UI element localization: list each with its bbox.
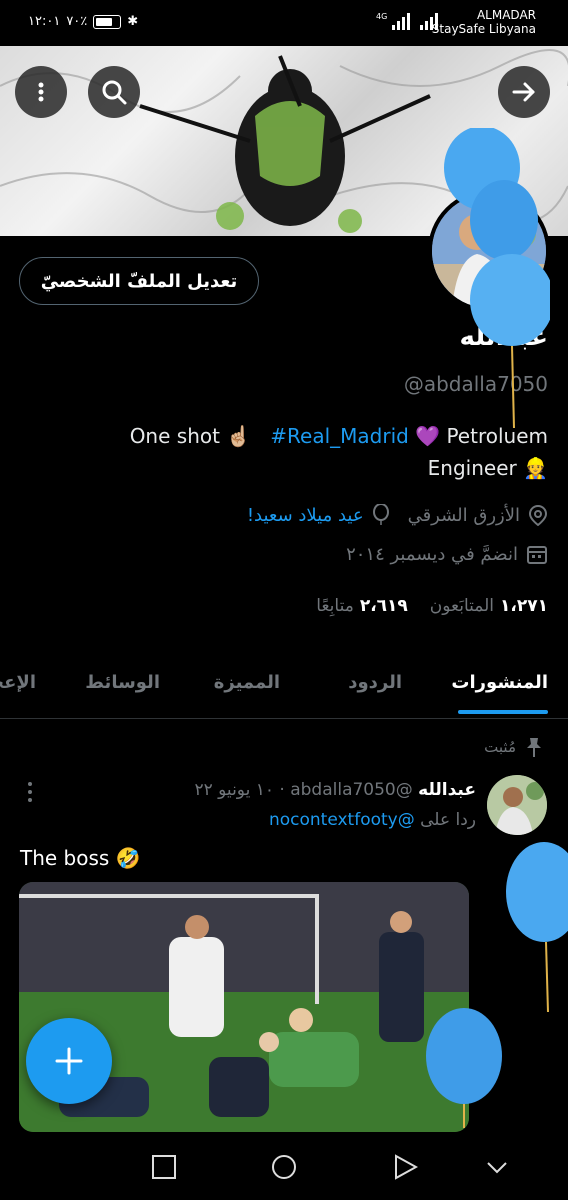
battery-icon bbox=[93, 14, 122, 29]
carrier-sub: StaySafe Libyana bbox=[431, 22, 536, 36]
carrier-name: ALMADAR bbox=[476, 8, 536, 22]
back-triangle-icon[interactable] bbox=[392, 1154, 418, 1180]
followers-label: المتابَعون bbox=[429, 596, 495, 616]
following-count: ٢،٦١٩ bbox=[359, 596, 408, 616]
followers-link[interactable]: ١،٢٧١المتابَعون bbox=[430, 596, 548, 616]
balloon-decoration-2 bbox=[506, 842, 568, 1012]
search-button[interactable] bbox=[88, 66, 140, 118]
tab-replies[interactable]: الردود bbox=[348, 672, 402, 693]
more-vertical-icon bbox=[38, 82, 44, 102]
home-icon[interactable] bbox=[271, 1154, 297, 1180]
edit-profile-button[interactable]: تعديل الملفّ الشخصيّ bbox=[19, 257, 259, 305]
balloon-decoration-3 bbox=[426, 1008, 502, 1128]
follow-counts: ١،٢٧١المتابَعون ٢،٦١٩متابِعًا bbox=[316, 596, 548, 616]
location-text: الأزرق الشرقي bbox=[407, 504, 520, 526]
network-type: 4G bbox=[376, 12, 388, 21]
post-header: عبدالله @abdalla7050 · ١٠ يونيو ٢٢ bbox=[194, 780, 476, 800]
reply-prefix: ردا على bbox=[420, 810, 476, 830]
clock: ١٢:٠١ bbox=[28, 14, 61, 29]
bio-hashtag[interactable]: #Real_Madrid bbox=[270, 424, 409, 448]
bio-text-1: One shot ☝🏼 bbox=[129, 424, 252, 448]
carrier-info: ALMADAR StaySafe Libyana bbox=[432, 8, 536, 36]
post-author-avatar[interactable] bbox=[487, 775, 547, 835]
joined-row: انضمَّ في ديسمبر ٢٠١٤ bbox=[346, 543, 548, 565]
tab-media[interactable]: الوسائط bbox=[85, 672, 160, 693]
reply-to-link[interactable]: @nocontextfooty bbox=[269, 810, 415, 830]
post-text: The boss 🤣 bbox=[20, 846, 141, 870]
location-row: الأزرق الشرقي عيد ميلاد سعيد! bbox=[247, 504, 548, 526]
joined-text: انضمَّ في ديسمبر ٢٠١٤ bbox=[346, 543, 518, 565]
balloon-icon bbox=[372, 504, 389, 525]
location-icon bbox=[528, 504, 548, 526]
tab-highlights[interactable]: المميزة bbox=[214, 672, 280, 693]
calendar-icon bbox=[527, 546, 547, 564]
bio-text-3: Engineer 👷 bbox=[427, 456, 548, 480]
active-tab-indicator bbox=[458, 710, 548, 714]
arrow-right-icon bbox=[512, 82, 535, 102]
post-more-button[interactable] bbox=[25, 780, 35, 804]
post-avatar-photo bbox=[487, 775, 547, 835]
status-bar: ١٢:٠١ ٧٠٪ ✱ 4G ALMADAR StaySafe Libyana bbox=[0, 0, 568, 46]
recents-icon[interactable] bbox=[151, 1154, 177, 1180]
post-author-handle: @abdalla7050 bbox=[290, 780, 413, 800]
balloon-decoration-1 bbox=[444, 128, 550, 428]
post-author-name[interactable]: عبدالله bbox=[418, 780, 476, 800]
tab-likes[interactable]: الإعجا bbox=[0, 672, 36, 693]
back-button[interactable] bbox=[498, 66, 550, 118]
birthday-link[interactable]: عيد ميلاد سعيد! bbox=[247, 505, 364, 526]
more-options-button[interactable] bbox=[15, 66, 67, 118]
bluetooth-icon: ✱ bbox=[127, 14, 139, 29]
status-left: ١٢:٠١ ٧٠٪ ✱ bbox=[28, 14, 138, 29]
following-label: متابِعًا bbox=[316, 596, 354, 616]
system-nav-bar bbox=[0, 1132, 568, 1200]
pin-icon bbox=[527, 738, 541, 757]
pinned-label-row: مُثبت bbox=[484, 736, 544, 758]
pinned-label: مُثبت bbox=[484, 738, 516, 756]
search-icon bbox=[102, 80, 127, 105]
followers-count: ١،٢٧١ bbox=[500, 596, 548, 616]
more-vertical-icon bbox=[28, 782, 32, 802]
profile-tabs: المنشورات الردود المميزة الوسائط الإعجا bbox=[0, 662, 568, 719]
compose-button[interactable] bbox=[26, 1018, 112, 1104]
post-date: ١٠ يونيو ٢٢ bbox=[194, 780, 274, 800]
chevron-down-icon[interactable] bbox=[484, 1154, 510, 1180]
following-link[interactable]: ٢،٦١٩متابِعًا bbox=[316, 596, 408, 616]
reply-to-row: ردا على @nocontextfooty bbox=[269, 810, 476, 830]
tab-posts[interactable]: المنشورات bbox=[451, 672, 548, 693]
signal-icon bbox=[392, 12, 410, 30]
battery-percent: ٧٠٪ bbox=[66, 14, 88, 29]
bio: One shot ☝🏼 #Real_Madrid 💜 Petroluem Eng… bbox=[18, 420, 548, 484]
plus-icon bbox=[55, 1047, 83, 1075]
